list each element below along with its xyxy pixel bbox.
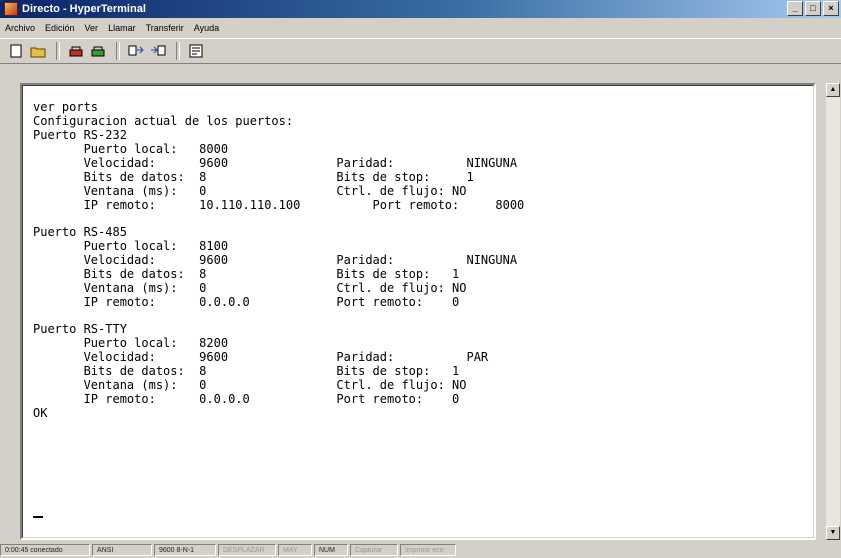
open-button[interactable]: [28, 42, 48, 60]
send-icon: [128, 45, 144, 56]
menu-llamar[interactable]: Llamar: [103, 23, 141, 33]
scroll-up-button[interactable]: ▲: [826, 83, 840, 97]
terminal-line: Puerto RS-485: [33, 225, 127, 239]
disconnect-button[interactable]: [88, 42, 108, 60]
status-bar: 0:00:45 conectado ANSI 9600 8-N-1 DESPLA…: [0, 542, 841, 558]
terminal-cursor: [33, 516, 43, 518]
terminal-line: Puerto local: 8000: [33, 142, 229, 156]
hyperterminal-icon: [4, 2, 18, 16]
toolbar-separator: [176, 42, 180, 60]
menu-edicion[interactable]: Edición: [40, 23, 80, 33]
receive-button[interactable]: [148, 42, 168, 60]
terminal-line: Velocidad: 9600 Paridad: NINGUNA: [33, 156, 518, 170]
status-emulation: ANSI: [92, 544, 152, 556]
terminal-line: IP remoto: 0.0.0.0 Port remoto: 0: [33, 295, 460, 309]
disconnect-icon: [91, 46, 105, 57]
terminal-line: Configuracion actual de los puertos:: [33, 114, 294, 128]
terminal-line: IP remoto: 0.0.0.0 Port remoto: 0: [33, 392, 460, 406]
properties-button[interactable]: [186, 42, 206, 60]
window-controls: _ □ ×: [787, 1, 839, 16]
close-button[interactable]: ×: [823, 1, 839, 16]
terminal-line: Ventana (ms): 0 Ctrl. de flujo: NO: [33, 378, 467, 392]
title-bar: Directo - HyperTerminal _ □ ×: [0, 0, 841, 18]
new-connection-button[interactable]: [6, 42, 26, 60]
status-echo: Imprimir eco: [400, 544, 456, 556]
menu-ver[interactable]: Ver: [80, 23, 104, 33]
connect-icon: [69, 46, 83, 57]
terminal-line: Puerto local: 8200: [33, 336, 229, 350]
terminal-line: Puerto RS-TTY: [33, 322, 127, 336]
menu-archivo[interactable]: Archivo: [0, 23, 40, 33]
status-scroll: DESPLAZAR: [218, 544, 276, 556]
status-connection: 0:00:45 conectado: [0, 544, 90, 556]
status-num: NUM: [314, 544, 348, 556]
terminal-line: Ventana (ms): 0 Ctrl. de flujo: NO: [33, 281, 467, 295]
terminal-line: Velocidad: 9600 Paridad: NINGUNA: [33, 253, 518, 267]
terminal-window[interactable]: ver ports Configuracion actual de los pu…: [20, 83, 816, 540]
properties-icon: [189, 44, 203, 58]
vertical-scrollbar[interactable]: ▲ ▼: [826, 83, 840, 540]
terminal-line: IP remoto: 10.110.110.100 Port remoto: 8…: [33, 198, 525, 212]
call-button[interactable]: [66, 42, 86, 60]
new-icon: [10, 44, 22, 58]
window-title: Directo - HyperTerminal: [22, 3, 146, 15]
terminal-line: Ventana (ms): 0 Ctrl. de flujo: NO: [33, 184, 467, 198]
send-button[interactable]: [126, 42, 146, 60]
menu-transferir[interactable]: Transferir: [141, 23, 189, 33]
menu-bar: Archivo Edición Ver Llamar Transferir Ay…: [0, 19, 841, 36]
terminal-line: Puerto local: 8100: [33, 239, 229, 253]
status-capture: Capturar: [350, 544, 398, 556]
receive-icon: [151, 45, 166, 56]
terminal-line: Bits de datos: 8 Bits de stop: 1: [33, 170, 474, 184]
status-caps: MAY: [278, 544, 312, 556]
terminal-line: Velocidad: 9600 Paridad: PAR: [33, 350, 489, 364]
minimize-button[interactable]: _: [787, 1, 803, 16]
toolbar-separator: [56, 42, 60, 60]
terminal-line: Puerto RS-232: [33, 128, 127, 142]
maximize-button[interactable]: □: [805, 1, 821, 16]
open-icon: [30, 47, 46, 58]
status-settings: 9600 8-N-1: [154, 544, 216, 556]
terminal-screen[interactable]: ver ports Configuracion actual de los pu…: [22, 85, 814, 538]
toolbar: [0, 38, 841, 64]
terminal-line: OK: [33, 406, 48, 420]
toolbar-separator: [116, 42, 120, 60]
terminal-line: ver ports: [33, 100, 99, 114]
scroll-down-button[interactable]: ▼: [826, 526, 840, 540]
terminal-line: Bits de datos: 8 Bits de stop: 1: [33, 364, 460, 378]
terminal-line: Bits de datos: 8 Bits de stop: 1: [33, 267, 460, 281]
menu-ayuda[interactable]: Ayuda: [189, 23, 224, 33]
